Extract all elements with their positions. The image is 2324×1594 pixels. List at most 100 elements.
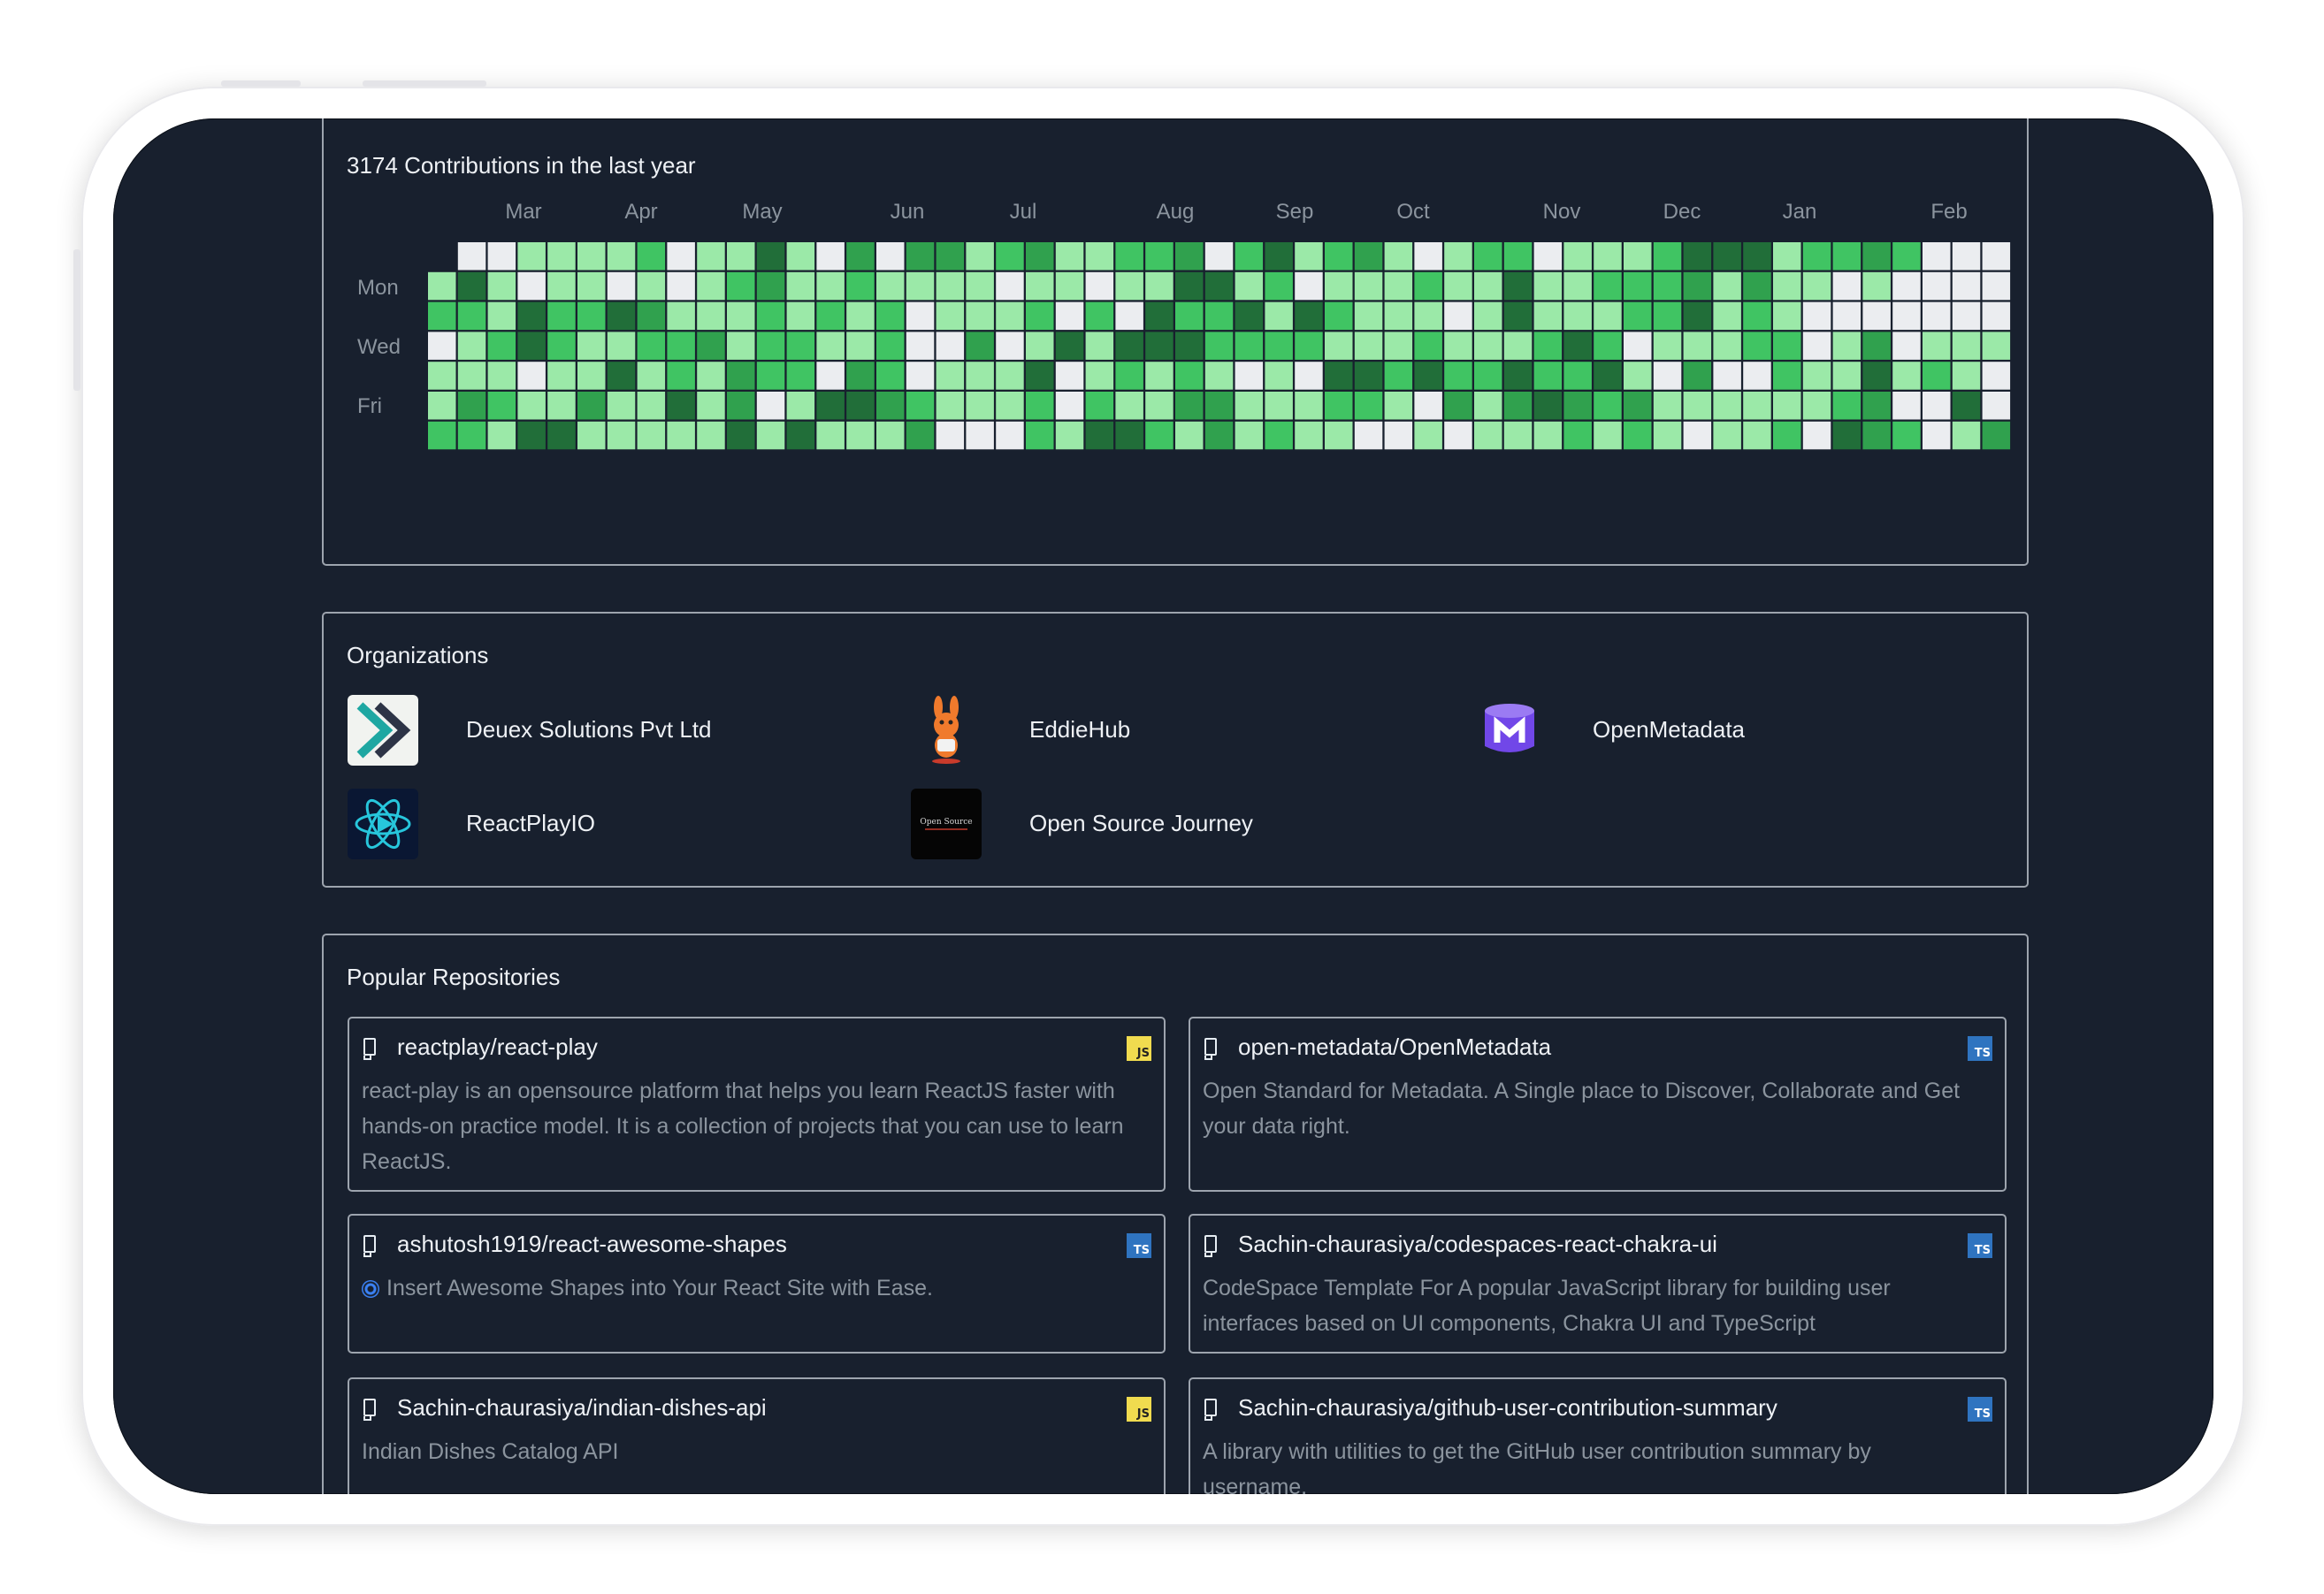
contribution-cell: [1594, 242, 1622, 271]
contribution-cell: [1085, 301, 1114, 331]
contribution-cell: [1892, 421, 1921, 450]
contribution-cell: [1295, 332, 1323, 360]
contribution-cell: [428, 362, 456, 390]
day-label: Mon: [357, 276, 399, 300]
contribution-cell: [457, 362, 486, 390]
contribution-cell: [1444, 332, 1472, 360]
contribution-cell: [547, 392, 576, 420]
contribution-cell: [1982, 332, 2011, 360]
repo-name[interactable]: Sachin-chaurasiya/codespaces-react-chakr…: [1238, 1231, 1717, 1258]
contribution-cell: [786, 301, 815, 331]
contribution-cell: [1594, 421, 1622, 450]
repo-description: Open Standard for Metadata. A Single pla…: [1203, 1079, 1961, 1139]
contribution-cell: [487, 392, 516, 420]
typescript-icon: TS: [1968, 1397, 1992, 1422]
contribution-cell: [1533, 332, 1563, 360]
contribution-cell: [1026, 332, 1054, 360]
contribution-cell: [1055, 362, 1084, 390]
contribution-cell: [1982, 271, 2011, 301]
repo-card[interactable]: Sachin-chaurasiya/indian-dishes-api JS I…: [348, 1377, 1166, 1494]
open-source-journey-logo: Open Source: [911, 789, 982, 859]
contribution-cell: [1653, 362, 1682, 390]
contribution-cell: [1145, 392, 1173, 420]
contribution-cell: [846, 242, 875, 271]
contribution-cell: [1026, 242, 1054, 271]
contribution-cell: [1563, 301, 1592, 331]
contribution-cell: [1354, 271, 1383, 301]
contribution-cell: [607, 392, 636, 420]
contribution-cell: [1982, 242, 2011, 271]
contribution-cell: [637, 242, 666, 271]
repo-name[interactable]: ashutosh1919/react-awesome-shapes: [397, 1231, 787, 1258]
contribution-cell: [1743, 271, 1771, 301]
typescript-icon: TS: [1127, 1233, 1151, 1258]
contribution-cell: [756, 421, 785, 450]
contribution-cell: [1444, 271, 1472, 301]
contribution-cell: [637, 301, 666, 331]
contribution-cell: [517, 421, 546, 450]
contribution-cell: [1175, 362, 1204, 390]
contribution-cell: [846, 332, 875, 360]
contribution-cell: [428, 392, 456, 420]
contribution-cell: [1713, 242, 1741, 271]
contribution-cell: [936, 271, 965, 301]
contribution-cell: [697, 271, 725, 301]
contribution-cell: [517, 271, 546, 301]
repo-card[interactable]: open-metadata/OpenMetadata TS Open Stand…: [1189, 1017, 2007, 1192]
contribution-cell: [1773, 242, 1801, 271]
contribution-cell: [1773, 362, 1801, 390]
contribution-cell: [1085, 242, 1114, 271]
contribution-cell: [547, 362, 576, 390]
repo-description: Insert Awesome Shapes into Your React Si…: [362, 1270, 1140, 1306]
repo-icon: [363, 1038, 376, 1060]
contribution-cell: [1952, 332, 1981, 360]
contribution-cell: [1204, 242, 1234, 271]
repo-name[interactable]: open-metadata/OpenMetadata: [1238, 1033, 1551, 1061]
month-label: May: [742, 200, 783, 224]
repo-card[interactable]: Sachin-chaurasiya/codespaces-react-chakr…: [1189, 1214, 2007, 1354]
contribution-cell: [1354, 242, 1383, 271]
contribution-cell: [1533, 362, 1563, 390]
tablet-top-button: [363, 80, 486, 87]
repo-name[interactable]: reactplay/react-play: [397, 1033, 598, 1061]
contribution-cell: [1923, 392, 1951, 420]
contribution-cell: [996, 362, 1024, 390]
repo-card[interactable]: ashutosh1919/react-awesome-shapes TS Ins…: [348, 1214, 1166, 1354]
contribution-cell: [1952, 392, 1981, 420]
contribution-cell: [1055, 271, 1084, 301]
contribution-cell: [1923, 421, 1951, 450]
contribution-cell: [1265, 301, 1293, 331]
contribution-cell: [1773, 301, 1801, 331]
contribution-cell: [936, 362, 965, 390]
repo-name[interactable]: Sachin-chaurasiya/indian-dishes-api: [397, 1394, 767, 1422]
contribution-cell: [756, 362, 785, 390]
contribution-cell: [756, 332, 785, 360]
contribution-cell: [1055, 392, 1084, 420]
contribution-cell: [1085, 362, 1114, 390]
contribution-cell: [1683, 242, 1712, 271]
repo-name[interactable]: Sachin-chaurasiya/github-user-contributi…: [1238, 1394, 1777, 1422]
contribution-cell: [1503, 271, 1533, 301]
contribution-cell: [1145, 362, 1173, 390]
contribution-cell: [547, 301, 576, 331]
contribution-cell: [667, 421, 695, 450]
contribution-cell: [607, 332, 636, 360]
contribution-cell: [1444, 301, 1472, 331]
contribution-cell: [1653, 392, 1682, 420]
contribution-cell: [1474, 332, 1502, 360]
contribution-cell: [1414, 362, 1442, 390]
repo-card[interactable]: reactplay/react-play JS react-play is an…: [348, 1017, 1166, 1192]
eddiehub-logo: [911, 695, 982, 766]
contribution-cell: [1265, 421, 1293, 450]
contribution-cell: [966, 362, 994, 390]
contribution-cell: [966, 421, 994, 450]
contribution-cell: [1325, 362, 1353, 390]
contribution-cell: [876, 421, 905, 450]
contribution-cell: [607, 301, 636, 331]
contribution-cell: [1862, 301, 1891, 331]
contribution-cell: [1683, 362, 1712, 390]
contribution-cell: [1743, 392, 1771, 420]
contribution-cell: [1055, 301, 1084, 331]
contribution-cell: [1204, 421, 1234, 450]
repo-card[interactable]: Sachin-chaurasiya/github-user-contributi…: [1189, 1377, 2007, 1494]
